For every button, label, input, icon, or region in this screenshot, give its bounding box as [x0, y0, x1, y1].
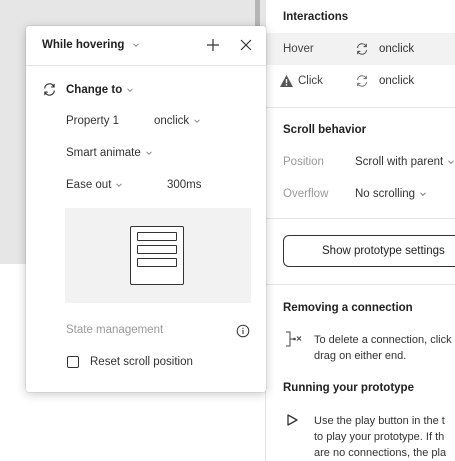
close-icon[interactable] [238, 37, 254, 53]
divider [266, 107, 455, 108]
trigger-label: While hovering [42, 39, 125, 51]
overflow-value: No scrolling [355, 188, 416, 200]
info-icon[interactable] [236, 324, 250, 338]
chevron-down-icon [116, 183, 123, 188]
interaction-target-label: onclick [379, 75, 415, 87]
interaction-details-popover: While hovering Change to Property 1 oncl… [26, 26, 266, 392]
chevron-down-icon [133, 43, 140, 48]
overflow-row[interactable]: Overflow No scrolling [266, 178, 455, 210]
divider [266, 218, 455, 219]
chevron-down-icon [194, 119, 201, 124]
easing-select[interactable]: Ease out [66, 179, 123, 191]
interaction-target-label: onclick [379, 43, 415, 55]
interaction-target: onclick [355, 74, 414, 88]
device-preview [130, 226, 184, 285]
removing-connection-title: Removing a connection [283, 302, 413, 314]
interaction-trigger: Hover [283, 43, 314, 55]
interaction-row-hover[interactable]: Hover onclick [266, 33, 455, 65]
play-icon [287, 414, 298, 426]
interaction-row-click[interactable]: Click onclick [266, 65, 455, 97]
interactions-title: Interactions [283, 11, 349, 23]
reset-scroll-checkbox[interactable] [67, 356, 79, 368]
animation-select[interactable]: Smart animate [66, 147, 153, 159]
delete-connection-icon [286, 331, 302, 347]
reset-scroll-option[interactable]: Reset scroll position [67, 356, 193, 368]
chevron-down-icon [448, 160, 455, 165]
scroll-behavior-title: Scroll behavior [283, 124, 367, 136]
animation-preview [65, 208, 251, 303]
warning-icon [280, 75, 293, 87]
chevron-down-icon [127, 87, 134, 92]
property-value: onclick [154, 115, 190, 127]
interaction-target: onclick [355, 42, 414, 56]
property-value-select[interactable]: onclick [154, 115, 201, 127]
popover-header: While hovering [26, 26, 266, 66]
add-interaction-icon[interactable] [205, 37, 221, 53]
property-label: Property 1 [66, 115, 120, 127]
removing-connection-text-2: drag on either end. [314, 350, 407, 362]
easing-value: Ease out [66, 179, 112, 191]
show-prototype-settings-button[interactable]: Show prototype settings [283, 235, 455, 267]
chevron-down-icon [145, 151, 152, 156]
running-prototype-text-1: Use the play button in the t [314, 415, 445, 427]
overflow-label: Overflow [283, 188, 329, 200]
position-row[interactable]: Position Scroll with parent [266, 146, 455, 178]
duration-input[interactable]: 300ms [167, 179, 202, 191]
change-to-icon [44, 83, 55, 96]
reset-scroll-label: Reset scroll position [90, 356, 193, 368]
removing-connection-text-1: To delete a connection, click [314, 334, 452, 346]
action-label: Change to [66, 83, 123, 96]
chevron-down-icon [420, 192, 426, 197]
change-to-icon [356, 43, 368, 55]
trigger-select[interactable]: While hovering [42, 39, 140, 51]
running-prototype-text-2: to play your prototype. If th [314, 431, 445, 443]
action-select[interactable]: Change to [42, 82, 134, 97]
state-management-label: State management [66, 324, 164, 336]
running-prototype-title: Running your prototype [283, 382, 414, 394]
position-label: Position [283, 156, 324, 168]
canvas-scrollbar[interactable] [255, 0, 260, 28]
change-to-icon [356, 75, 368, 87]
animation-value: Smart animate [66, 147, 141, 159]
preview-bar [137, 245, 177, 254]
interaction-trigger-wrap: Click [279, 74, 323, 88]
preview-bar [137, 232, 177, 241]
divider [266, 284, 455, 285]
position-select[interactable]: Scroll with parent [355, 156, 455, 168]
position-value: Scroll with parent [355, 156, 444, 168]
running-prototype-text-3: are no connections, the pla [314, 447, 447, 459]
preview-bar [137, 258, 177, 267]
interaction-trigger: Click [298, 75, 323, 87]
prototype-panel: Interactions Hover onclick Click onclick… [265, 0, 455, 461]
overflow-select[interactable]: No scrolling [355, 188, 427, 200]
